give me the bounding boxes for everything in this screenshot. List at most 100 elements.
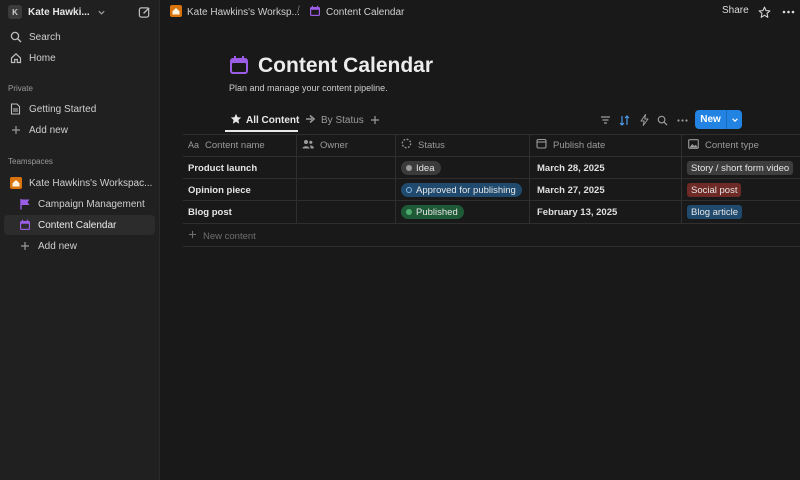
table-row-date[interactable]: March 27, 2025 [537,179,605,201]
sidebar-item-getting-started[interactable]: Getting Started [4,99,155,119]
arrow-right-icon [305,113,317,128]
people-icon [302,139,314,152]
column-header-label: Status [418,139,445,151]
table-border [183,223,800,224]
breadcrumb-workspace-label: Kate Hawkins's Worksp... [187,6,300,18]
new-button[interactable]: New [695,110,742,129]
favorite-star-icon[interactable] [756,4,772,20]
share-button[interactable]: Share [722,5,749,16]
new-button-label: New [700,114,721,125]
page-description[interactable]: Plan and manage your content pipeline. [229,83,388,93]
search-icon[interactable] [655,112,669,128]
tab-by-status[interactable]: By Status [305,112,364,128]
search-icon [9,31,22,44]
table-row-name[interactable]: Opinion piece [188,179,251,201]
column-header-content-name[interactable]: Aa Content name [188,138,265,152]
more-options-icon[interactable] [780,4,796,20]
chevron-down-icon[interactable] [727,110,742,129]
sidebar-item-label: Campaign Management [38,198,145,210]
active-tab-indicator [225,130,298,132]
breadcrumb-page[interactable]: Content Calendar [309,4,404,20]
plus-icon [188,230,197,242]
table-row-status[interactable]: Approved for publishing [401,179,522,201]
sidebar-item-label: Search [29,31,61,43]
tab-all-content[interactable]: All Content [230,112,299,128]
status-badge: Published [401,205,464,219]
workspace-name: Kate Hawki... [28,6,90,18]
sidebar-item-search[interactable]: Search [4,27,155,47]
column-header-label: Owner [320,139,348,151]
breadcrumb-workspace[interactable]: Kate Hawkins's Worksp... [170,4,300,20]
sidebar-item-label: Content Calendar [38,219,117,231]
sidebar-item-add-new-teamspace[interactable]: Add new [4,236,155,256]
content-type-tag: Social post [687,183,742,197]
status-icon [401,138,412,152]
text-type-icon: Aa [188,140,200,150]
table-row-type[interactable]: Social post [687,179,742,201]
content-type-tag: Story / short form video [687,161,794,175]
column-header-label: Publish date [553,139,606,151]
breadcrumb-separator: / [297,5,300,16]
star-icon [230,113,242,128]
table-row-date[interactable]: March 28, 2025 [537,157,605,179]
workspace-switcher[interactable]: K Kate Hawki... [6,3,120,21]
chevron-down-icon [96,6,108,18]
content-type-tag: Blog article [687,205,742,219]
status-badge-label: Published [416,206,458,218]
sidebar-item-label: Getting Started [29,103,97,115]
filter-icon[interactable] [598,112,612,128]
plus-icon [9,124,22,137]
topbar: Kate Hawkins's Worksp... / Content Calen… [160,0,800,24]
status-badge: Approved for publishing [401,183,522,197]
sidebar-section-teamspaces: Teamspaces [8,157,53,166]
table-row-name[interactable]: Blog post [188,201,232,223]
add-view-icon[interactable] [368,112,382,128]
calendar-icon [309,5,321,20]
table-row-status[interactable]: Idea [401,157,441,179]
tab-label: By Status [321,114,364,126]
sidebar-item-content-calendar[interactable]: Content Calendar [4,215,155,235]
sidebar-item-home[interactable]: Home [4,48,155,68]
table-row-owner[interactable] [297,201,395,223]
sidebar-item-label: Add new [29,124,68,136]
automation-lightning-icon[interactable] [637,112,651,128]
sidebar-item-campaign-management[interactable]: Campaign Management [4,194,155,214]
calendar-icon[interactable] [229,55,249,75]
flag-icon [18,198,31,211]
sidebar-item-label: Home [29,52,56,64]
house-icon [9,177,22,190]
column-header-label: Content type [705,139,759,151]
sidebar-item-workspace[interactable]: Kate Hawkins's Workspac... [4,173,155,193]
plus-icon [18,240,31,253]
table-row-status[interactable]: Published [401,201,464,223]
column-header-publish-date[interactable]: Publish date [536,138,605,152]
view-more-icon[interactable] [675,112,689,128]
column-header-status[interactable]: Status [401,138,445,152]
column-divider [681,134,682,223]
status-dot [406,165,412,171]
calendar-icon [536,138,547,152]
table-row-owner[interactable] [297,179,395,201]
image-icon [688,138,699,152]
status-dot [406,187,412,193]
column-divider [395,134,396,223]
page-icon [9,103,22,116]
new-content-row-button[interactable]: New content [188,229,256,243]
table-row-date[interactable]: February 13, 2025 [537,201,617,223]
column-header-content-type[interactable]: Content type [688,138,759,152]
home-icon [9,52,22,65]
sort-icon[interactable] [617,112,631,128]
table-row-owner[interactable] [297,157,395,179]
sidebar-item-label: Kate Hawkins's Workspac... [29,177,153,189]
column-header-label: Content name [205,139,265,151]
new-page-icon[interactable] [136,4,152,20]
table-row-type[interactable]: Blog article [687,201,742,223]
column-header-owner[interactable]: Owner [302,138,348,152]
house-icon [170,4,182,20]
calendar-icon [18,219,31,232]
table-row-type[interactable]: Story / short form video [687,157,794,179]
page-title[interactable]: Content Calendar [258,54,433,78]
sidebar-item-add-new-private[interactable]: Add new [4,120,155,140]
new-content-label: New content [203,230,256,242]
table-row-name[interactable]: Product launch [188,157,257,179]
